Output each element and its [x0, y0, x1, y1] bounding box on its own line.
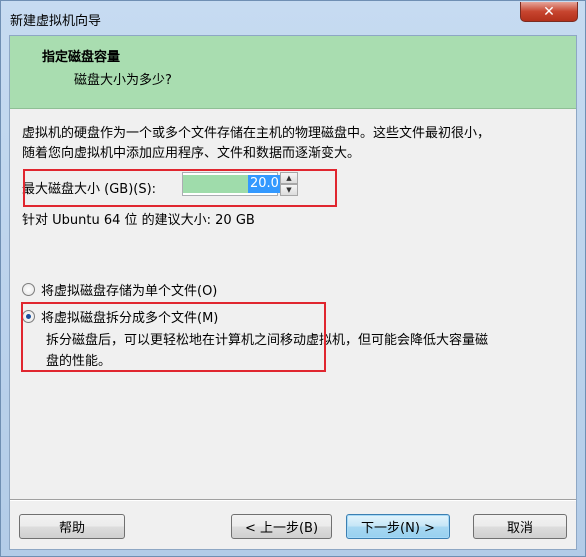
- footer-separator: [10, 499, 576, 501]
- next-button[interactable]: 下一步(N) >: [346, 514, 450, 539]
- highlight-box-split: [21, 302, 326, 372]
- page-subtitle: 磁盘大小为多少?: [74, 73, 172, 88]
- cancel-button[interactable]: 取消: [473, 514, 567, 539]
- wizard-body: 指定磁盘容量 磁盘大小为多少? 虚拟机的硬盘作为一个或多个文件存储在主机的物理磁…: [9, 35, 577, 550]
- wizard-window: 新建虚拟机向导 ✕ 指定磁盘容量 磁盘大小为多少? 虚拟机的硬盘作为一个或多个文…: [0, 0, 586, 557]
- description-line: 虚拟机的硬盘作为一个或多个文件存储在主机的物理磁盘中。这些文件最初很小，: [22, 126, 491, 141]
- close-button[interactable]: ✕: [520, 2, 578, 22]
- window-title: 新建虚拟机向导: [10, 14, 102, 29]
- radio-single-file[interactable]: 将虚拟磁盘存储为单个文件(O): [22, 280, 217, 299]
- header-band: 指定磁盘容量 磁盘大小为多少?: [10, 36, 576, 109]
- page-title: 指定磁盘容量: [42, 50, 121, 65]
- recommended-size: 针对 Ubuntu 64 位 的建议大小: 20 GB: [22, 213, 255, 228]
- title-bar[interactable]: 新建虚拟机向导 ✕: [1, 1, 585, 35]
- radio-button[interactable]: [22, 283, 35, 296]
- highlight-box-size: [23, 169, 337, 207]
- back-button[interactable]: < 上一步(B): [231, 514, 332, 539]
- help-button[interactable]: 帮助: [19, 514, 125, 539]
- close-icon: ✕: [543, 3, 555, 20]
- description-line: 随着您向虚拟机中添加应用程序、文件和数据而逐渐变大。: [22, 146, 361, 161]
- radio-single-file-label: 将虚拟磁盘存储为单个文件(O): [41, 284, 218, 299]
- disk-description: 虚拟机的硬盘作为一个或多个文件存储在主机的物理磁盘中。这些文件最初很小， 随着您…: [22, 124, 567, 164]
